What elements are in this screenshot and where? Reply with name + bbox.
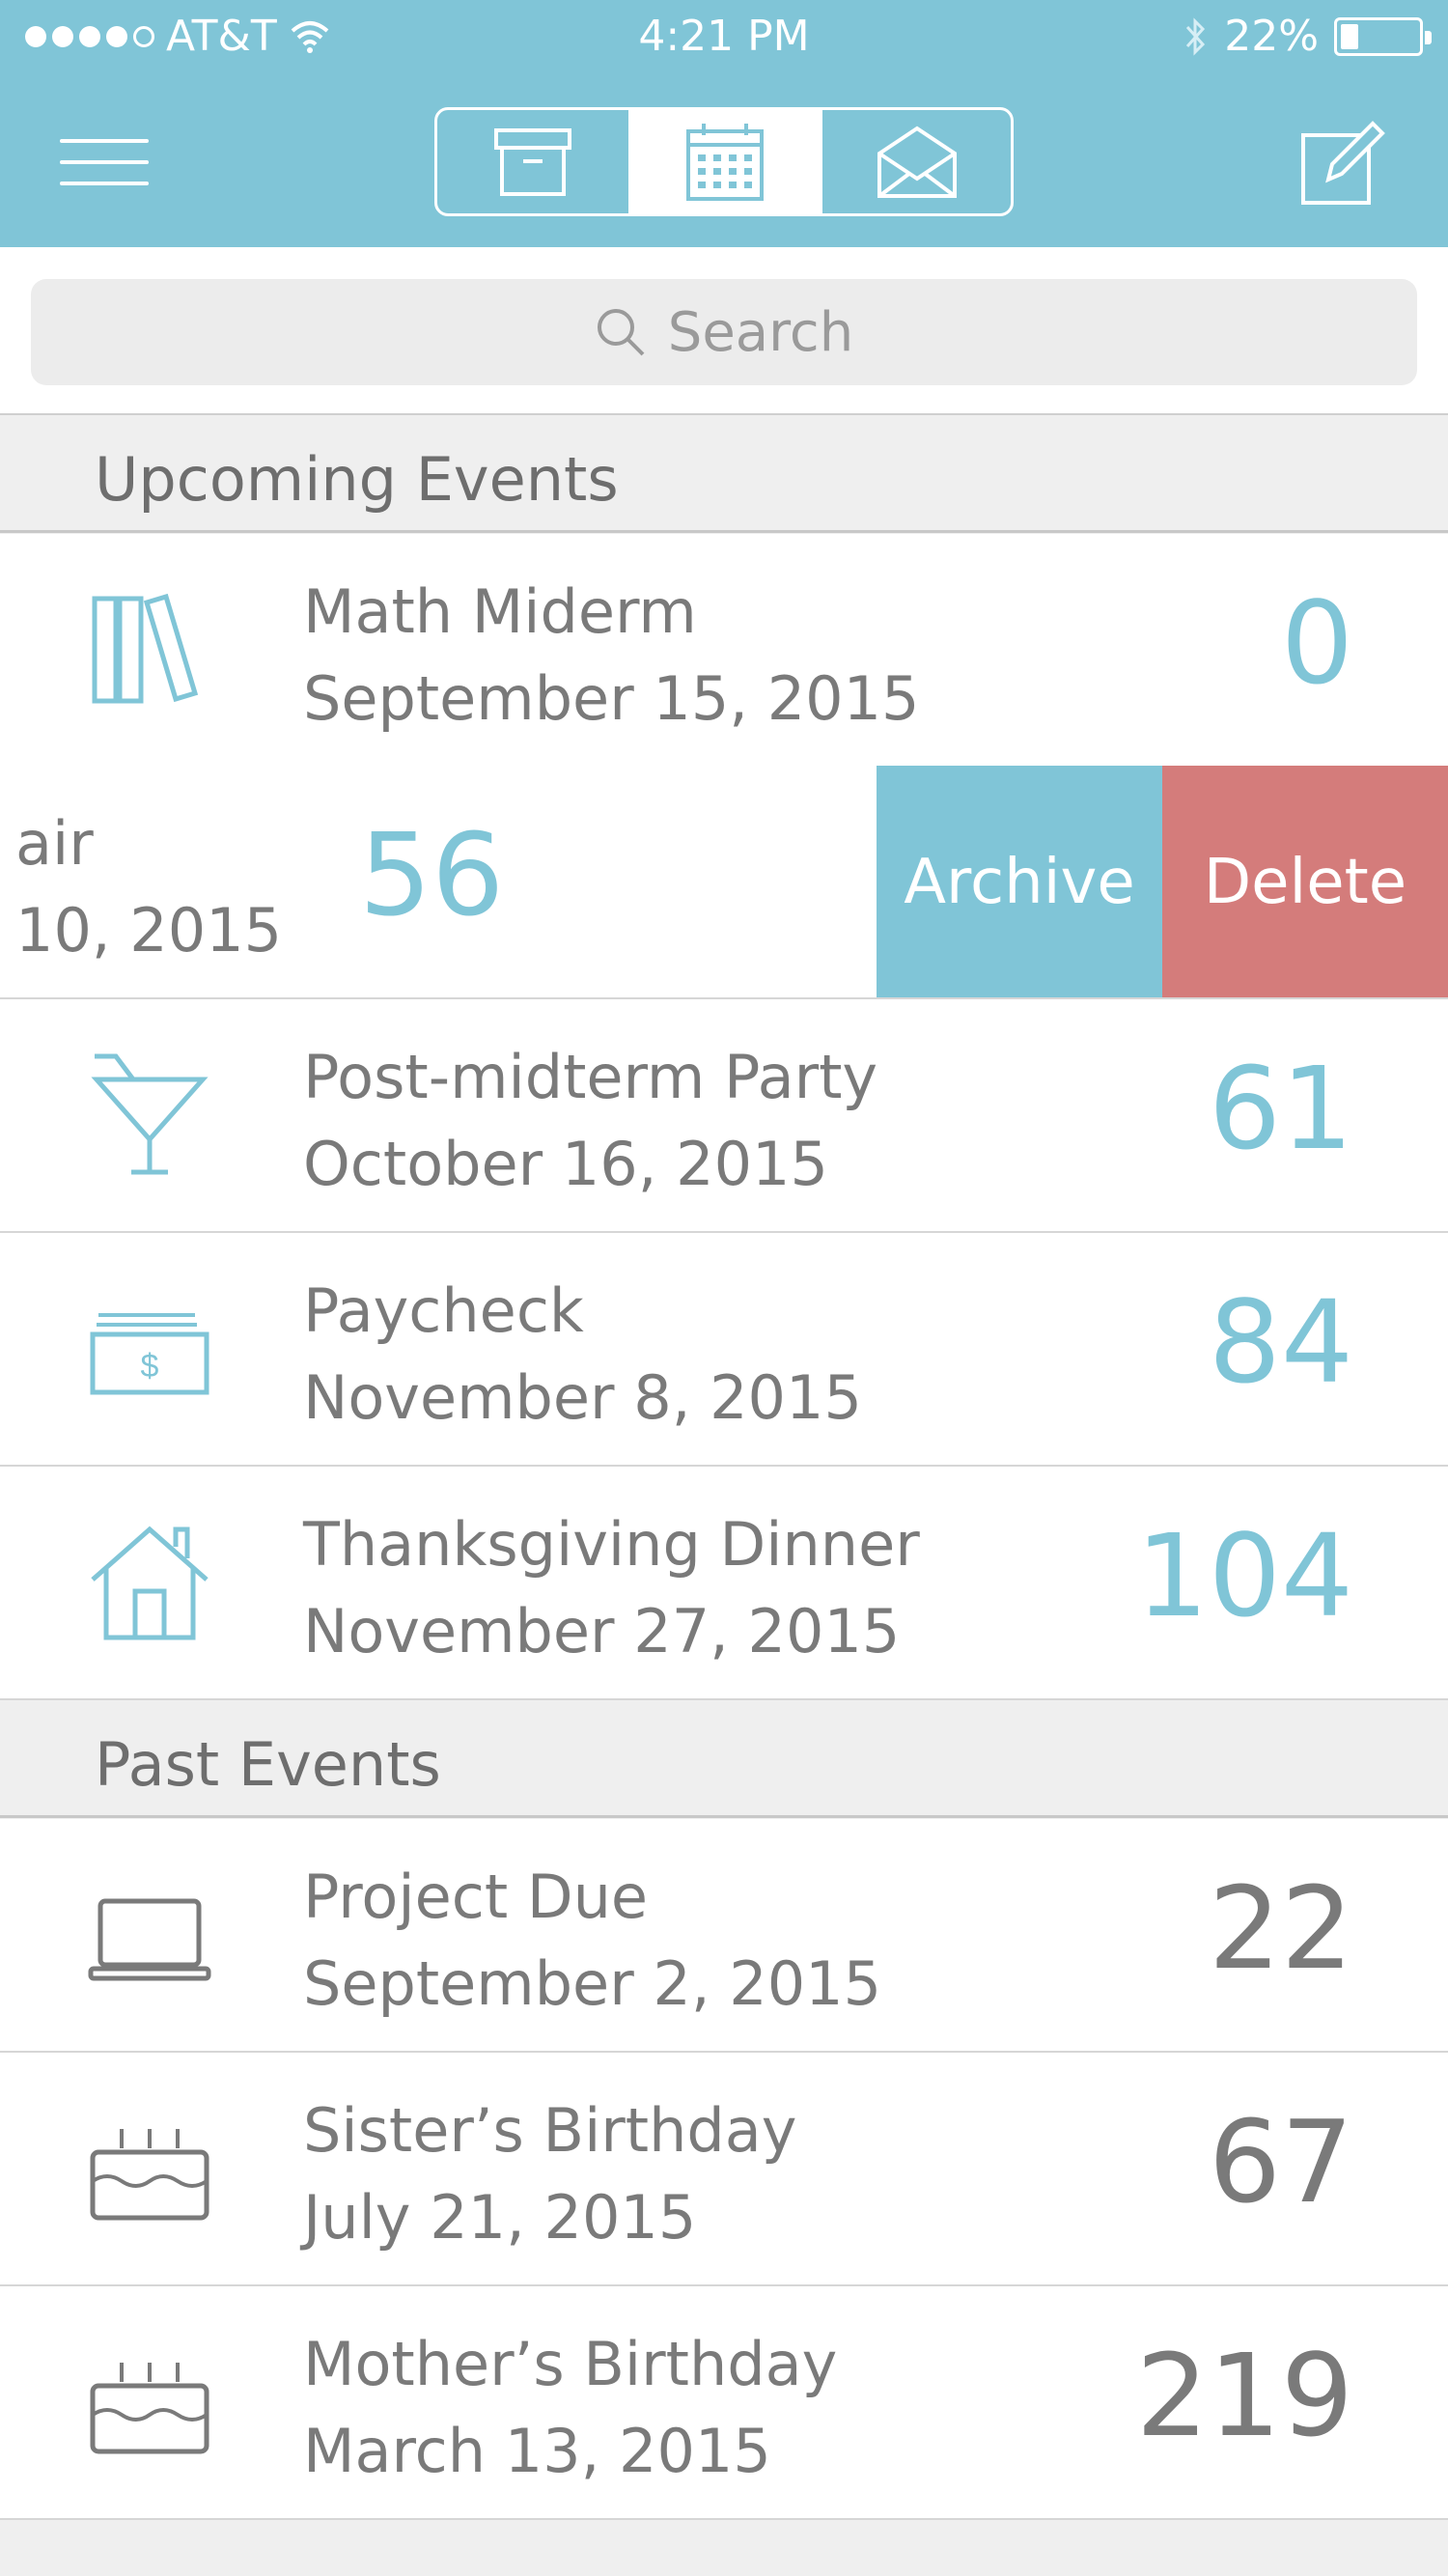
event-row[interactable]: Post-midterm Party October 16, 2015 61 (0, 999, 1448, 1233)
cake-icon (90, 2129, 209, 2221)
segment-inbox[interactable] (820, 110, 1011, 213)
days-count: 104 (1135, 1509, 1353, 1642)
event-date: November 8, 2015 (303, 1362, 862, 1433)
battery-icon (1334, 16, 1432, 56)
event-date: July 21, 2015 (303, 2182, 697, 2253)
house-icon (91, 1526, 209, 1640)
event-name: Paycheck (303, 1275, 584, 1346)
section-title: Past Events (95, 1729, 441, 1800)
cake-icon (90, 2363, 209, 2454)
section-header-past: Past Events (0, 1700, 1448, 1818)
navigation-bar: AT&T 4:21 PM 22% (0, 0, 1448, 247)
event-date: September 2, 2015 (303, 1948, 882, 2019)
hamburger-menu-icon[interactable] (60, 135, 149, 189)
days-count: 67 (1208, 2095, 1353, 2228)
event-row[interactable]: Mother’s Birthday March 13, 2015 219 (0, 2286, 1448, 2520)
section-title: Upcoming Events (95, 444, 619, 515)
days-count: 56 (359, 808, 505, 941)
bluetooth-icon (1186, 16, 1206, 56)
event-name: air (15, 808, 94, 879)
calendar-icon (686, 123, 765, 201)
segment-calendar[interactable] (627, 110, 820, 213)
view-segmented-control (434, 107, 1014, 216)
days-count: 84 (1208, 1275, 1353, 1409)
event-row[interactable]: Sister’s Birthday July 21, 2015 67 (0, 2053, 1448, 2286)
event-date: March 13, 2015 (303, 2416, 771, 2486)
search-icon (597, 309, 645, 356)
event-name: Math Miderm (303, 576, 697, 647)
search-input[interactable]: Search (31, 279, 1417, 385)
envelope-icon (877, 126, 957, 198)
days-count: 0 (1280, 576, 1353, 710)
days-count: 22 (1208, 1862, 1353, 1995)
event-name: Post-midterm Party (303, 1042, 878, 1112)
books-icon (92, 593, 199, 704)
money-icon: $ (90, 1313, 209, 1395)
delete-button[interactable]: Delete (1162, 766, 1448, 997)
days-count: 61 (1208, 1042, 1353, 1175)
event-date: 10, 2015 (15, 895, 283, 966)
compose-icon[interactable] (1299, 120, 1386, 207)
search-placeholder: Search (667, 300, 854, 364)
event-name: Sister’s Birthday (303, 2095, 797, 2166)
status-bar: AT&T 4:21 PM 22% (0, 0, 1448, 77)
event-date: November 27, 2015 (303, 1596, 901, 1666)
archive-button[interactable]: Archive (877, 766, 1162, 997)
event-row[interactable]: Math Miderm September 15, 2015 0 (0, 534, 1448, 768)
event-row[interactable]: Project Due September 2, 2015 22 (0, 1819, 1448, 2053)
event-name: Mother’s Birthday (303, 2329, 838, 2399)
event-row-swiped[interactable]: air 10, 2015 56 Archive Delete (0, 766, 1448, 999)
section-header-upcoming: Upcoming Events (0, 415, 1448, 533)
status-right: 22% (1183, 12, 1432, 61)
cocktail-icon (91, 1053, 209, 1175)
event-name: Project Due (303, 1862, 649, 1932)
event-name: Thanksgiving Dinner (303, 1509, 920, 1580)
search-container: Search (0, 247, 1448, 415)
days-count: 219 (1135, 2329, 1353, 2462)
archive-box-icon (493, 127, 571, 196)
laptop-icon (88, 1898, 211, 1981)
event-row[interactable]: Thanksgiving Dinner November 27, 2015 10… (0, 1467, 1448, 1700)
event-row[interactable]: $ Paycheck November 8, 2015 84 (0, 1233, 1448, 1467)
svg-text:$: $ (141, 1348, 159, 1385)
event-date: September 15, 2015 (303, 663, 920, 734)
battery-percent: 22% (1224, 12, 1319, 61)
segment-archive[interactable] (437, 110, 628, 213)
event-date: October 16, 2015 (303, 1129, 828, 1199)
